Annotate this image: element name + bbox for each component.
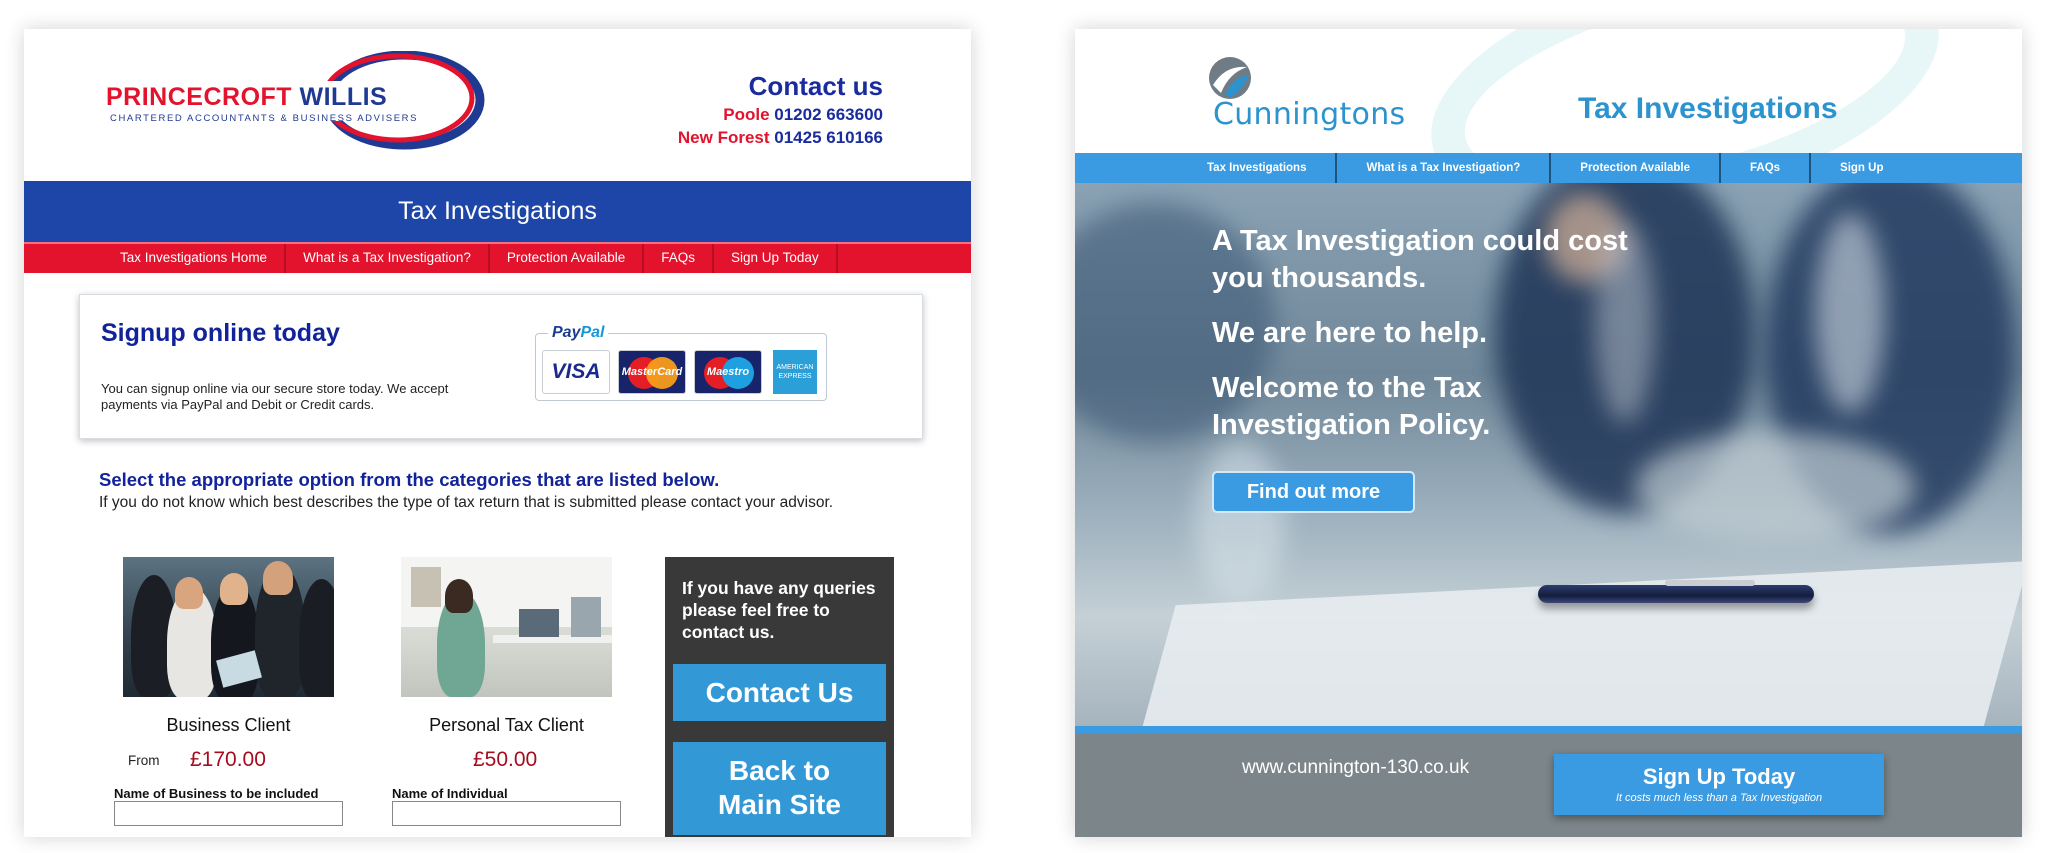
hero-headline-1: A Tax Investigation could cost you thous… <box>1212 225 1628 294</box>
mastercard-card-icon: MasterCard <box>618 350 686 394</box>
nav-item-tax-investigations-home[interactable]: Tax Investigations Home <box>104 244 287 273</box>
business-name-label: Name of Business to be included <box>114 786 319 801</box>
hero-pen-clip <box>1665 580 1755 586</box>
hero-glass <box>1195 443 1285 603</box>
logo-tagline: CHARTERED ACCOUNTANTS & BUSINESS ADVISER… <box>110 113 419 124</box>
personal-client-label: Personal Tax Client <box>429 715 584 735</box>
hero-headline-3: Welcome to the Tax Investigation Policy. <box>1212 372 1491 441</box>
maestro-card-icon: Maestro <box>694 350 762 394</box>
mastercard-label: MasterCard <box>621 366 683 378</box>
maestro-label: Maestro <box>706 366 750 378</box>
logo-name-blue: WILLIS <box>299 83 388 111</box>
queries-panel: If you have any queries please feel free… <box>665 557 894 837</box>
nav-item-tax-investigations[interactable]: Tax Investigations <box>1197 153 1338 183</box>
logo-name-red: PRINCECROFT <box>106 83 293 111</box>
cunningtons-logo-text[interactable]: Cunningtons <box>1213 97 1405 132</box>
hero-shirt-right <box>1815 213 1885 413</box>
visa-card-icon: VISA <box>542 350 610 394</box>
hero-headline-2: We are here to help. <box>1212 317 1488 349</box>
amex-card-icon: AMERICAN EXPRESS <box>770 350 820 394</box>
main-nav: Tax Investigations What is a Tax Investi… <box>1075 153 2022 183</box>
business-client-price: £170.00 <box>190 748 266 771</box>
contact-location: New Forest <box>677 128 770 147</box>
category-subtext: If you do not know which best describes … <box>99 494 834 511</box>
princecroft-willis-logo[interactable]: PRINCECROFT WILLIS CHARTERED ACCOUNTANTS… <box>106 51 488 151</box>
back-to-main-site-button[interactable]: Back to Main Site <box>673 742 886 835</box>
main-nav: Tax Investigations Home What is a Tax In… <box>24 242 971 273</box>
contact-us-button[interactable]: Contact Us <box>673 664 886 721</box>
signup-title: Signup online today <box>101 319 340 347</box>
nav-item-protection-available[interactable]: Protection Available <box>490 244 645 273</box>
contact-title: Contact us <box>748 71 883 101</box>
payment-methods: PayPal VISA MasterCard Maestro AMERICAN … <box>535 324 827 401</box>
logo-wordmark: PRINCECROFT WILLIS <box>106 83 466 112</box>
contact-line-new-forest: New Forest 01425 610166 <box>678 128 883 148</box>
personal-client-price: £50.00 <box>473 748 538 771</box>
contact-phone[interactable]: 01425 610166 <box>774 128 883 147</box>
footer-bar: www.cunnington-130.co.uk Sign Up Today I… <box>1075 733 2022 837</box>
hero-pen <box>1538 585 1814 603</box>
princecroft-willis-page: PRINCECROFT WILLIS CHARTERED ACCOUNTANTS… <box>24 29 971 837</box>
business-name-input[interactable] <box>114 801 343 826</box>
category-heading: Select the appropriate option from the c… <box>99 469 720 490</box>
back-button-line-2: Main Site <box>718 789 841 820</box>
find-out-more-button[interactable]: Find out more <box>1212 471 1415 513</box>
business-client-label: Business Client <box>166 715 291 735</box>
individual-name-input[interactable] <box>392 801 621 826</box>
cunningtons-page: Cunningtons Tax Investigations Tax Inves… <box>1075 29 2022 837</box>
signup-panel: Signup online today You can signup onlin… <box>79 294 923 439</box>
amex-label: AMERICAN EXPRESS <box>773 350 817 394</box>
personal-client-photo[interactable] <box>401 557 612 697</box>
nav-item-faqs[interactable]: FAQs <box>1721 153 1812 183</box>
nav-item-protection-available[interactable]: Protection Available <box>1551 153 1721 183</box>
hero-tablet <box>1635 433 1915 543</box>
business-client-photo[interactable] <box>123 557 334 697</box>
paypal-logo: PayPal <box>548 324 609 342</box>
contact-location: Poole <box>723 105 770 124</box>
nav-item-sign-up[interactable]: Sign Up <box>1811 153 1912 183</box>
sign-up-today-button[interactable]: Sign Up Today It costs much less than a … <box>1554 754 1884 815</box>
back-button-line-1: Back to <box>728 755 831 786</box>
website-url[interactable]: www.cunnington-130.co.uk <box>1242 757 1469 779</box>
nav-item-what-is-tax-investigation[interactable]: What is a Tax Investigation? <box>286 244 490 273</box>
nav-item-what-is-tax-investigation[interactable]: What is a Tax Investigation? <box>1337 153 1552 183</box>
footer-strip <box>1075 726 2022 733</box>
contact-line-poole: Poole 01202 663600 <box>678 105 883 125</box>
page-title: Tax Investigations <box>1578 92 1838 125</box>
contact-phone[interactable]: 01202 663600 <box>774 105 883 124</box>
signup-text: You can signup online via our secure sto… <box>101 381 449 412</box>
hero-banner: A Tax Investigation could cost you thous… <box>1075 183 2022 726</box>
queries-text: If you have any queries please feel free… <box>682 578 876 642</box>
paypal-pal: Pal <box>580 324 605 341</box>
nav-item-faqs[interactable]: FAQs <box>644 244 715 273</box>
sign-up-title: Sign Up Today <box>1642 764 1796 789</box>
paypal-pay: Pay <box>552 324 581 341</box>
page-title: Tax Investigations <box>398 197 597 225</box>
price-prefix: From <box>128 753 160 768</box>
individual-name-label: Name of Individual <box>392 786 508 801</box>
nav-item-sign-up-today[interactable]: Sign Up Today <box>714 244 838 273</box>
contact-block: Contact us Poole 01202 663600 New Forest… <box>678 71 883 148</box>
sign-up-subtitle: It costs much less than a Tax Investigat… <box>1615 792 1823 804</box>
